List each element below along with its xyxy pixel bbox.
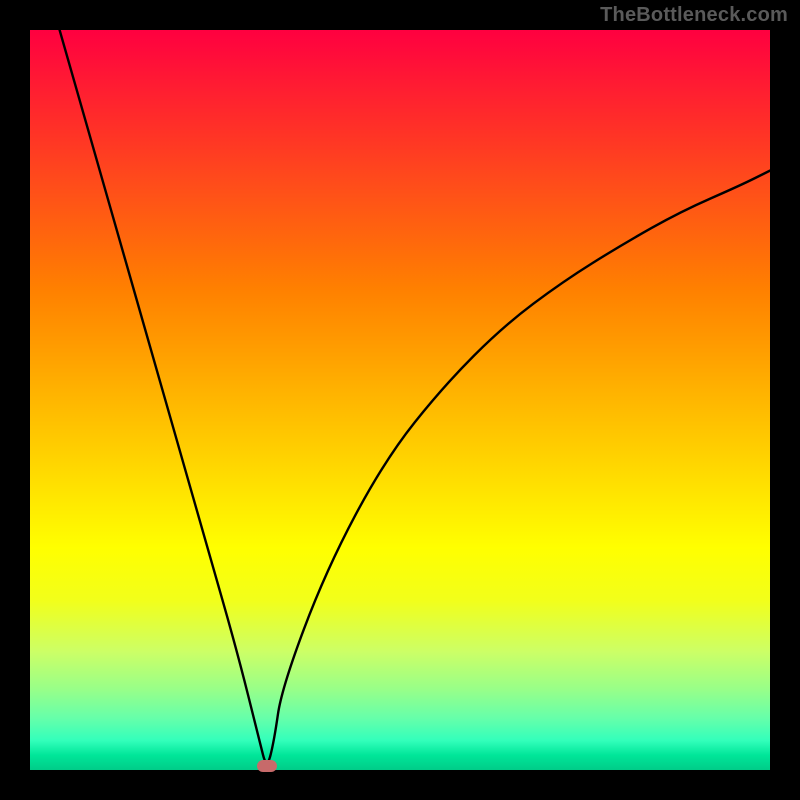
bottleneck-curve	[30, 30, 770, 770]
chart-frame: TheBottleneck.com	[0, 0, 800, 800]
plot-area	[30, 30, 770, 770]
watermark-text: TheBottleneck.com	[600, 4, 788, 27]
optimal-point-marker	[257, 760, 277, 772]
